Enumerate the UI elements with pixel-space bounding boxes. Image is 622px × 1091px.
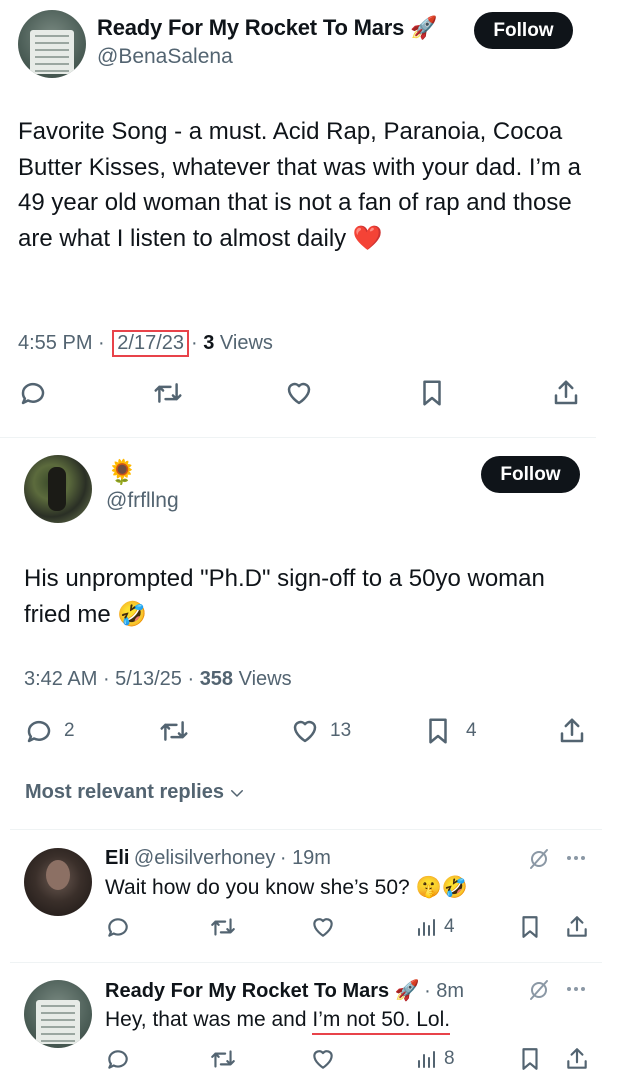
bookmark-icon (424, 716, 452, 746)
reply-header: Eli @elisilverhoney · 19m (105, 847, 331, 869)
quote-date[interactable]: 5/13/25 (115, 668, 182, 690)
reply-author-name[interactable]: Eli (105, 847, 129, 869)
author-handle[interactable]: @BenaSalena (97, 45, 233, 69)
quote-author-handle[interactable]: @frfllng (106, 489, 179, 513)
reply-text: Hey, that was me and I’m not 50. Lol. (105, 1008, 451, 1035)
quote-meta: 3:42 AM · 5/13/25 · 358 Views (24, 668, 292, 690)
bookmark-icon[interactable] (418, 378, 446, 408)
retweet-icon[interactable] (152, 378, 184, 408)
retweet-icon[interactable] (158, 716, 190, 746)
divider (0, 437, 596, 438)
author-avatar[interactable] (18, 10, 86, 78)
sunflower-emoji: 🌻 (107, 459, 137, 486)
quote-follow-button[interactable]: Follow (481, 456, 580, 493)
tweet-actions (18, 378, 583, 410)
reply-age: 8m (436, 980, 465, 1002)
tweet-time[interactable]: 4:55 PM (18, 332, 92, 354)
underlined-text: I’m not 50. Lol. (312, 1008, 451, 1035)
tweet-text: Favorite Song - a must. Acid Rap, Parano… (18, 118, 581, 252)
reply-icon[interactable] (105, 914, 131, 940)
sort-label: Most relevant replies (25, 781, 224, 803)
like-icon[interactable] (310, 1046, 336, 1072)
tweet-meta: 4:55 PM · 2/17/23 · 3 Views (18, 330, 273, 357)
reply-icon[interactable] (105, 1046, 131, 1072)
quote-views-label: Views (238, 668, 292, 690)
share-icon[interactable] (557, 716, 587, 746)
reply-age: 19m (292, 847, 331, 869)
views-icon (414, 914, 438, 940)
reply-actions: 8 (105, 1046, 587, 1074)
like-icon[interactable] (284, 378, 314, 408)
views-button[interactable]: 8 (414, 1046, 455, 1072)
quote-actions: 2 13 4 (24, 716, 589, 748)
reply-author-handle[interactable]: @elisilverhoney (134, 847, 275, 869)
author-name[interactable]: Ready For My Rocket To Mars 🚀 (97, 15, 437, 41)
share-icon[interactable] (551, 378, 581, 408)
quote-author-avatar[interactable] (24, 455, 92, 523)
reply-author-name[interactable]: Ready For My Rocket To Mars 🚀 (105, 980, 420, 1002)
more-icon[interactable] (567, 987, 585, 991)
reply-avatar[interactable] (24, 848, 92, 916)
views-count: 3 (203, 332, 215, 354)
bookmark-count: 4 (466, 720, 477, 741)
retweet-icon[interactable] (209, 914, 237, 940)
reply-text: Wait how do you know she’s 50? 🤫🤣 (105, 876, 468, 899)
divider (10, 962, 602, 963)
like-icon[interactable] (310, 914, 336, 940)
retweet-icon[interactable] (209, 1046, 237, 1072)
share-icon[interactable] (564, 1046, 590, 1072)
reply-avatar[interactable] (24, 980, 92, 1048)
share-icon[interactable] (564, 914, 590, 940)
quote-time[interactable]: 3:42 AM (24, 668, 97, 690)
views-button[interactable]: 4 (414, 914, 455, 940)
quote-like-button[interactable]: 13 (290, 716, 351, 746)
tweet-date[interactable]: 2/17/23 (112, 330, 189, 357)
quote-text: His unprompted "Ph.D" sign-off to a 50yo… (24, 565, 545, 628)
reply-icon[interactable] (18, 378, 48, 408)
views-count: 4 (444, 916, 455, 937)
views-icon (414, 1046, 438, 1072)
follow-button[interactable]: Follow (474, 12, 573, 49)
views-label: Views (219, 332, 273, 354)
grok-icon[interactable] (527, 978, 551, 1002)
bookmark-icon[interactable] (518, 914, 542, 940)
like-count: 13 (330, 720, 352, 741)
views-count: 8 (444, 1048, 455, 1069)
quote-reply-button[interactable]: 2 (24, 716, 75, 746)
rocket-emoji: 🚀 (410, 15, 438, 40)
reply-actions: 4 (105, 914, 587, 942)
reply-count: 2 (64, 720, 75, 741)
reply-header: Ready For My Rocket To Mars 🚀 · 8m (105, 980, 465, 1002)
like-icon (290, 716, 320, 746)
reply-icon (24, 716, 54, 746)
grok-icon[interactable] (527, 847, 551, 871)
chevron-down-icon (228, 784, 246, 802)
quote-bookmark-button[interactable]: 4 (424, 716, 477, 746)
quote-views-count: 358 (199, 668, 234, 690)
more-icon[interactable] (567, 856, 585, 860)
sort-replies-dropdown[interactable]: Most relevant replies (25, 781, 246, 804)
bookmark-icon[interactable] (518, 1046, 542, 1072)
divider (10, 829, 602, 830)
